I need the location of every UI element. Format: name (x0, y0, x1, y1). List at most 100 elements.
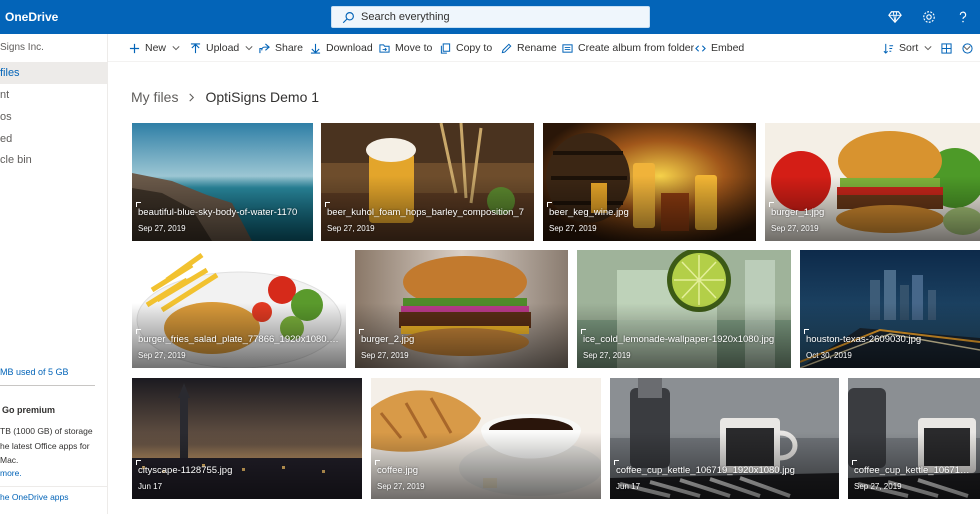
chevron-down-icon (924, 46, 932, 51)
rename-label: Rename (517, 42, 557, 54)
help-icon[interactable] (946, 0, 980, 34)
upload-arrow-icon (190, 42, 201, 53)
file-name: ice_cold_lemonade-wallpaper-1920x1080.jp… (583, 334, 775, 345)
file-date: Sep 27, 2019 (138, 351, 186, 360)
learn-more-link[interactable]: more. (0, 468, 22, 478)
new-button[interactable]: New (129, 34, 180, 62)
move-to-label: Move to (395, 42, 433, 54)
file-name: coffee_cup_kettle_106719_1920x1080.jpg (854, 465, 974, 476)
file-date: Sep 27, 2019 (377, 482, 425, 491)
copy-to-button[interactable]: Copy to (440, 34, 492, 62)
get-apps-link[interactable]: he OneDrive apps (0, 492, 69, 502)
top-bar: OneDrive (0, 0, 980, 34)
embed-code-icon (695, 44, 706, 52)
copy-icon (440, 42, 451, 54)
pencil-icon (501, 43, 512, 53)
sort-icon (883, 43, 894, 54)
file-tile[interactable]: coffee_cup_kettle_106719_1920x1080.jpg J… (610, 378, 839, 499)
file-name: burger_2.jpg (361, 334, 415, 345)
chevron-down-icon (172, 46, 180, 51)
file-tile[interactable]: beautiful-blue-sky-body-of-water-1170 Se… (132, 123, 313, 241)
breadcrumb-my-files[interactable]: My files (131, 89, 178, 105)
file-date: Sep 27, 2019 (583, 351, 631, 360)
file-name: cityscape-1128755.jpg (138, 465, 233, 476)
embed-button[interactable]: Embed (695, 34, 744, 62)
share-label: Share (275, 42, 304, 54)
file-date: Sep 27, 2019 (771, 224, 819, 233)
search-box[interactable] (331, 6, 650, 28)
sidebar-item-recent[interactable]: nt (0, 84, 107, 106)
file-date: Oct 30, 2019 (806, 351, 852, 360)
new-label: New (145, 42, 167, 54)
create-album-label: Create album from folder (578, 42, 695, 54)
chevron-right-icon (189, 93, 195, 101)
file-name: burger_fries_salad_plate_77866_1920x1080… (138, 334, 340, 345)
file-tile[interactable]: burger_fries_salad_plate_77866_1920x1080… (132, 250, 346, 368)
file-date: Jun 17 (138, 482, 163, 491)
file-name: beautiful-blue-sky-body-of-water-1170 (138, 207, 298, 218)
file-tile[interactable]: cityscape-1128755.jpg Jun 17 (132, 378, 362, 499)
premium-line: TB (1000 GB) of storage (0, 426, 93, 436)
file-tile[interactable]: beer_kuhol_foam_hops_barley_composition_… (321, 123, 534, 241)
file-name: beer_keg_wine.jpg (549, 207, 629, 218)
share-button[interactable]: Share (259, 34, 303, 62)
grid-view-icon (941, 42, 952, 54)
command-bar: New Upload Share Download Move to Copy t… (108, 34, 980, 62)
file-date: Sep 27, 2019 (138, 224, 186, 233)
search-icon (342, 11, 354, 23)
premium-line: Mac. (0, 455, 19, 465)
breadcrumb-current-folder: OptiSigns Demo 1 (205, 89, 320, 105)
file-name: burger_1.jpg (771, 207, 825, 218)
file-tile[interactable]: houston-texas-2609030.jpg Oct 30, 2019 (800, 250, 980, 368)
organization-name: Signs Inc. (0, 42, 44, 53)
file-date: Sep 27, 2019 (327, 224, 375, 233)
search-input[interactable] (361, 11, 641, 23)
file-name: beer_kuhol_foam_hops_barley_composition_… (327, 207, 524, 218)
sort-label: Sort (899, 42, 919, 54)
app-title[interactable]: OneDrive (0, 10, 120, 24)
upload-label: Upload (206, 42, 240, 54)
breadcrumb: My files OptiSigns Demo 1 (131, 89, 319, 105)
storage-bar (0, 385, 95, 386)
embed-label: Embed (711, 42, 745, 54)
info-circle-icon (962, 42, 973, 54)
file-date: Sep 27, 2019 (549, 224, 597, 233)
sidebar-divider (0, 486, 107, 487)
rename-button[interactable]: Rename (501, 34, 557, 62)
file-tile[interactable]: coffee_cup_kettle_106719_1920x1080.jpg S… (848, 378, 980, 499)
file-tile[interactable]: coffee.jpg Sep 27, 2019 (371, 378, 601, 499)
upload-button[interactable]: Upload (190, 34, 253, 62)
premium-line: he latest Office apps for (0, 440, 90, 451)
file-date: Sep 27, 2019 (854, 482, 902, 491)
sidebar-item-shared[interactable]: ed (0, 128, 107, 150)
file-tile[interactable]: ice_cold_lemonade-wallpaper-1920x1080.jp… (577, 250, 791, 368)
file-date: Sep 27, 2019 (361, 351, 409, 360)
storage-usage-link[interactable]: MB used of 5 GB (0, 367, 69, 377)
file-tile[interactable]: beer_keg_wine.jpg Sep 27, 2019 (543, 123, 756, 241)
file-tile[interactable]: burger_2.jpg Sep 27, 2019 (355, 250, 568, 368)
left-sidebar: Signs Inc. files nt os ed cle bin MB use… (0, 34, 108, 514)
settings-gear-icon[interactable] (912, 0, 946, 34)
download-arrow-icon (310, 43, 321, 54)
file-tile[interactable]: burger_1.jpg Sep 27, 2019 (765, 123, 980, 241)
premium-description: TB (1000 GB) of storage he latest Office… (0, 424, 107, 468)
premium-title: Go premium (2, 405, 56, 415)
premium-diamond-icon[interactable] (878, 0, 912, 34)
chevron-down-icon (245, 46, 253, 51)
share-icon (259, 43, 270, 53)
top-icons (878, 0, 980, 34)
details-pane-button[interactable] (962, 34, 978, 62)
file-name: houston-texas-2609030.jpg (806, 334, 922, 345)
sidebar-item-recycle-bin[interactable]: cle bin (0, 149, 107, 171)
move-folder-icon (379, 43, 390, 53)
download-button[interactable]: Download (310, 34, 373, 62)
sidebar-item-photos[interactable]: os (0, 106, 107, 128)
sidebar-item-my-files[interactable]: files (0, 62, 107, 84)
file-name: coffee_cup_kettle_106719_1920x1080.jpg (616, 465, 795, 476)
download-label: Download (326, 42, 373, 54)
move-to-button[interactable]: Move to (379, 34, 432, 62)
copy-to-label: Copy to (456, 42, 493, 54)
create-album-button[interactable]: Create album from folder (562, 34, 694, 62)
album-icon (562, 43, 573, 53)
sort-button[interactable]: Sort (883, 34, 932, 62)
